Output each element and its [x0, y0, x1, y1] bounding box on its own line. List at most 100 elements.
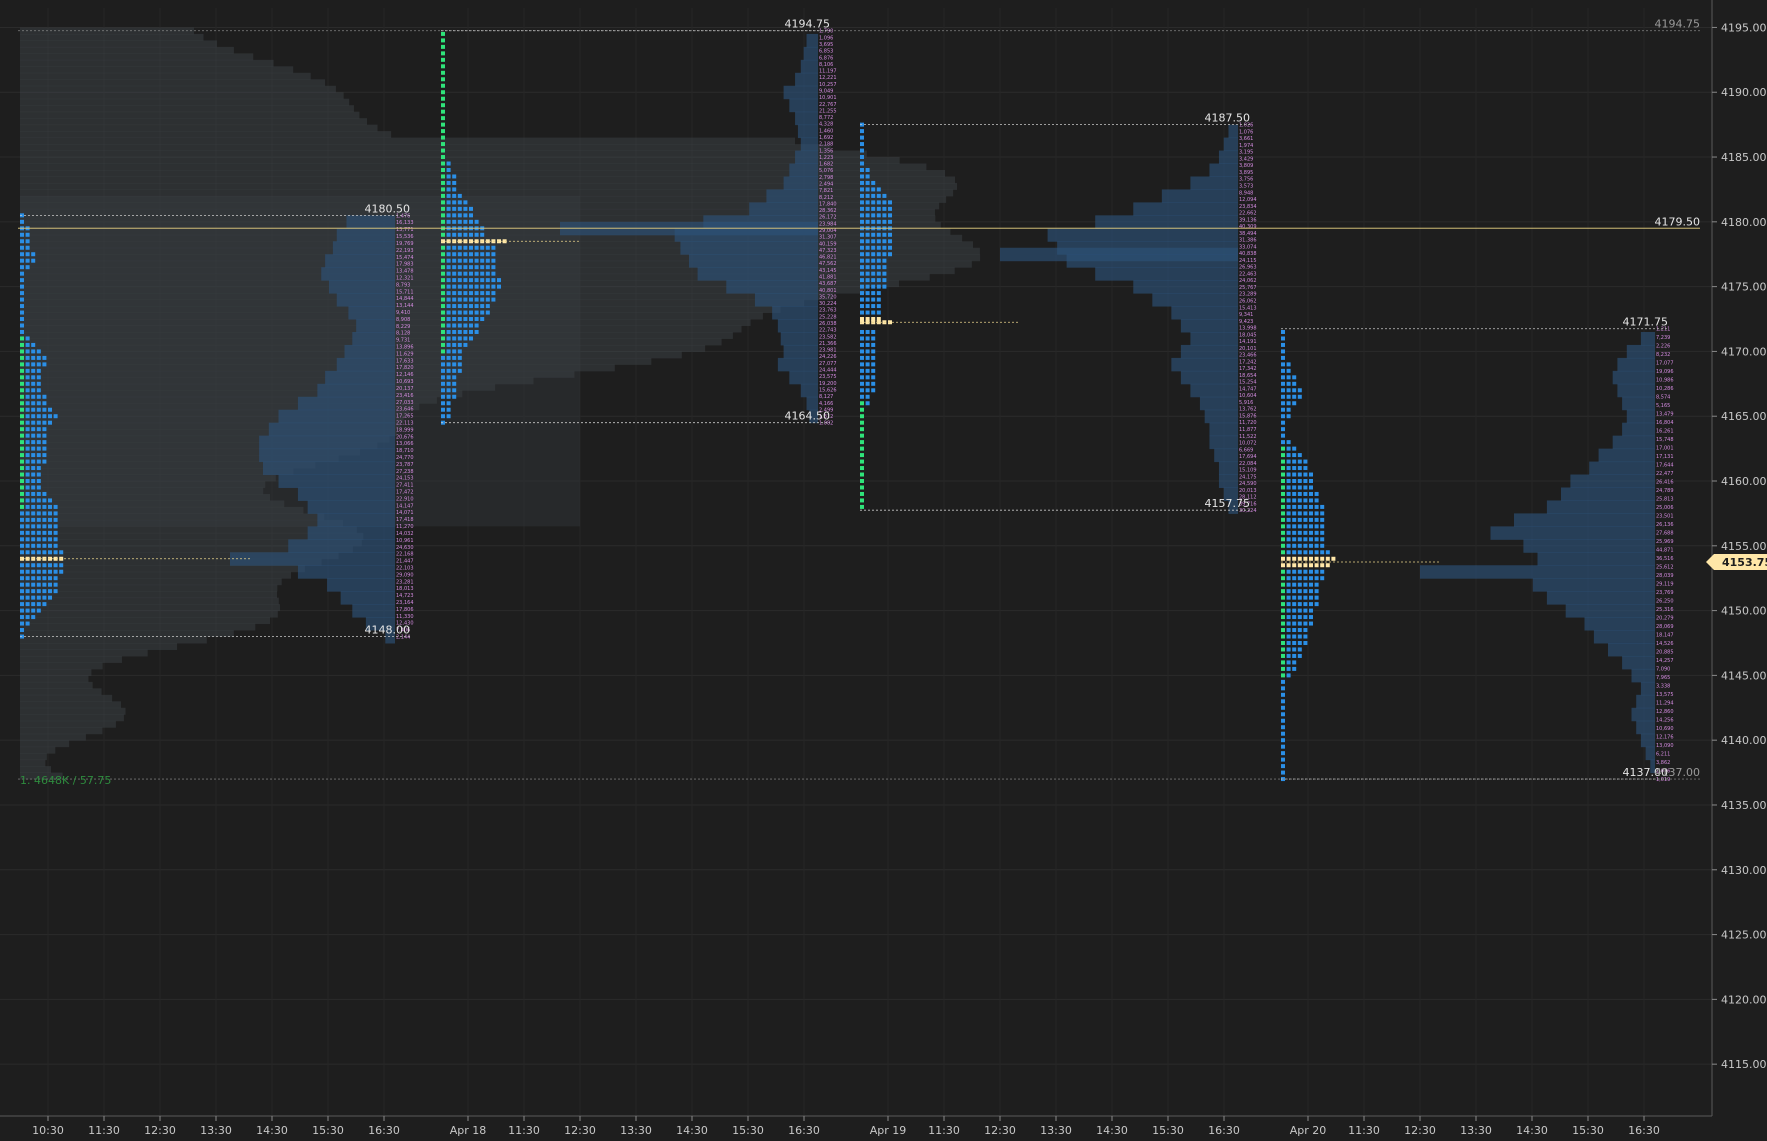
tpo-block [865, 284, 870, 289]
session-volume-bar [1546, 500, 1655, 514]
volume-value-label: 30,224 [819, 301, 837, 307]
composite-volume-bar [20, 66, 294, 74]
time-tick-label: 14:30 [676, 1124, 708, 1137]
tpo-block [882, 284, 887, 289]
tpo-block [474, 323, 479, 328]
composite-volume-bar [20, 519, 344, 527]
price-tick-label: 4160.00 [1721, 475, 1767, 488]
tpo-block [876, 193, 881, 198]
volume-value-label: 10,257 [819, 82, 837, 88]
tpo-block [474, 284, 479, 289]
tpo-block [474, 304, 479, 309]
tpo-block [452, 310, 457, 315]
tpo-block [871, 252, 876, 257]
volume-value-label: 11,720 [1239, 420, 1257, 426]
tpo-block [25, 232, 30, 237]
tpo-block [865, 193, 870, 198]
composite-volume-bar [20, 610, 278, 618]
tpo-block [1320, 543, 1325, 548]
time-tick-label: 13:30 [1040, 1124, 1072, 1137]
tpo-block [469, 304, 473, 309]
volume-value-label: 16,261 [1656, 429, 1674, 435]
session-volume-bar [1190, 331, 1238, 346]
tpo-block [485, 278, 490, 283]
tpo-block [42, 401, 47, 406]
tpo-block [59, 563, 64, 568]
tpo-block [457, 349, 462, 354]
tpo-block [446, 323, 451, 328]
session-volume-bar [1612, 370, 1655, 385]
volume-value-label: 17,265 [396, 414, 414, 420]
tpo-block [469, 329, 473, 334]
tpo-block [876, 310, 881, 315]
tpo-block [1297, 485, 1302, 490]
volume-value-label: 9,410 [396, 310, 410, 316]
time-tick-label: 15:30 [1572, 1124, 1604, 1137]
volume-value-label: 18,654 [1239, 373, 1257, 379]
volume-value-label: 24,630 [396, 545, 414, 551]
tpo-block [1303, 556, 1308, 561]
tpo-block [446, 278, 451, 283]
tpo-block [20, 595, 24, 600]
tpo-block [485, 271, 490, 276]
tpo-block [860, 239, 864, 244]
volume-value-label: 18,999 [396, 427, 414, 433]
tpo-block [1281, 537, 1285, 542]
tpo-block [491, 278, 496, 283]
tpo-block [446, 174, 451, 179]
market-profile-chart[interactable]: 1,47616,13313,77115,53619,76922,19315,47… [0, 0, 1767, 1141]
tpo-block [860, 142, 864, 147]
volume-value-label: 27,688 [1656, 531, 1674, 537]
tpo-block [446, 401, 451, 406]
tpo-block [53, 517, 58, 522]
composite-volume-bar [20, 293, 834, 301]
tpo-block [20, 563, 24, 568]
tpo-block [469, 219, 473, 224]
volume-value-label: 10,286 [1656, 386, 1674, 392]
composite-volume-bar [20, 118, 367, 126]
tpo-block [1292, 485, 1297, 490]
tpo-block [1297, 608, 1302, 613]
volume-value-label: 14,526 [1656, 641, 1674, 647]
volume-value-label: 18,045 [1239, 332, 1257, 338]
volume-value-label: 1,356 [819, 148, 833, 154]
tpo-block [25, 569, 30, 574]
tpo-block [1303, 517, 1308, 522]
composite-volume-bar [20, 584, 278, 592]
tpo-block [441, 180, 445, 185]
tpo-block [860, 252, 864, 257]
volume-value-label: 8,908 [396, 317, 410, 323]
tpo-block [20, 608, 24, 613]
tpo-block [1297, 576, 1302, 581]
session-volume-bar [1612, 435, 1655, 450]
tpo-block [1292, 569, 1297, 574]
tpo-block [860, 414, 864, 419]
volume-value-label: 38,494 [1239, 231, 1257, 237]
tpo-block [1309, 595, 1313, 600]
tpo-block [441, 219, 445, 224]
tpo-block [1297, 628, 1302, 633]
tpo-block [860, 498, 864, 503]
session-volume-bar [1204, 409, 1238, 424]
session-volume-bar [1640, 681, 1655, 696]
tpo-block [876, 278, 881, 283]
volume-value-label: 15,413 [1239, 305, 1257, 311]
tpo-block [1281, 550, 1285, 555]
volume-value-label: 17,983 [396, 262, 414, 268]
session-volume-bar [336, 357, 395, 372]
tpo-block [441, 336, 445, 341]
tpo-block [888, 232, 892, 237]
time-tick-label: Apr 20 [1290, 1124, 1327, 1137]
session-volume-bar [340, 591, 395, 605]
tpo-block [1286, 602, 1291, 607]
tpo-block [1297, 647, 1302, 652]
session-volume-bar [288, 539, 395, 553]
composite-volume-bar [20, 604, 280, 612]
session-volume-bar [1589, 461, 1655, 476]
tpo-block [446, 206, 451, 211]
tpo-block [463, 213, 468, 218]
tpo-block [42, 440, 47, 445]
tpo-block [20, 466, 24, 471]
tpo-block [1281, 679, 1285, 684]
session-volume-bar [1622, 396, 1655, 411]
